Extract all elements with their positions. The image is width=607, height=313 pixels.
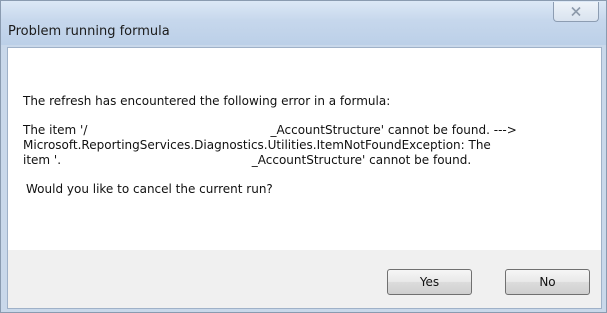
close-button[interactable] (553, 2, 599, 22)
button-bar: Yes No (8, 250, 601, 308)
dialog-body: The refresh has encountered the followin… (7, 47, 602, 309)
message-intro: The refresh has encountered the followin… (23, 94, 391, 108)
no-button[interactable]: No (505, 269, 590, 295)
cancel-question: Would you like to cancel the current run… (26, 182, 273, 196)
yes-button[interactable]: Yes (387, 269, 472, 295)
error-line: Microsoft.ReportingServices.Diagnostics.… (23, 138, 491, 152)
error-line: item '. _AccountStructure' cannot be fou… (23, 153, 472, 167)
dialog-window: Problem running formula The refresh has … (0, 0, 607, 313)
message-area: The refresh has encountered the followin… (8, 48, 601, 250)
dialog-title: Problem running formula (8, 24, 170, 39)
error-line: The item '/ _AccountStructure' cannot be… (23, 123, 517, 137)
close-icon (571, 6, 581, 17)
title-bar[interactable]: Problem running formula (1, 1, 606, 45)
